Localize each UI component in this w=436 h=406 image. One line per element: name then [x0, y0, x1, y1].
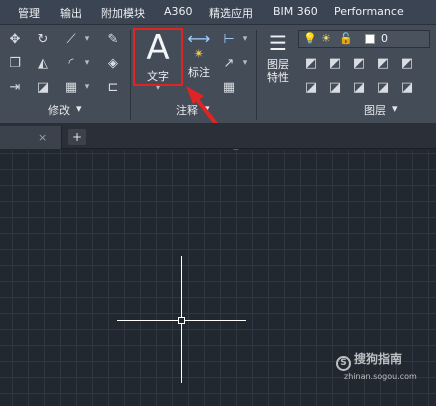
sogou-logo-icon: S [336, 356, 351, 371]
file-tab-strip: × + [0, 123, 436, 149]
watermark-url: zhinan.sogou.com [344, 372, 417, 381]
watermark: S 搜狗指南 zhinan.sogou.com [336, 350, 417, 381]
watermark-text: 搜狗指南 [354, 352, 403, 366]
new-tab-button[interactable]: + [68, 129, 86, 145]
drawing-file-tab[interactable]: × [0, 126, 62, 149]
close-icon[interactable]: × [38, 131, 47, 144]
crosshair-pickbox [178, 317, 185, 324]
callout-arrow-head [186, 86, 204, 104]
